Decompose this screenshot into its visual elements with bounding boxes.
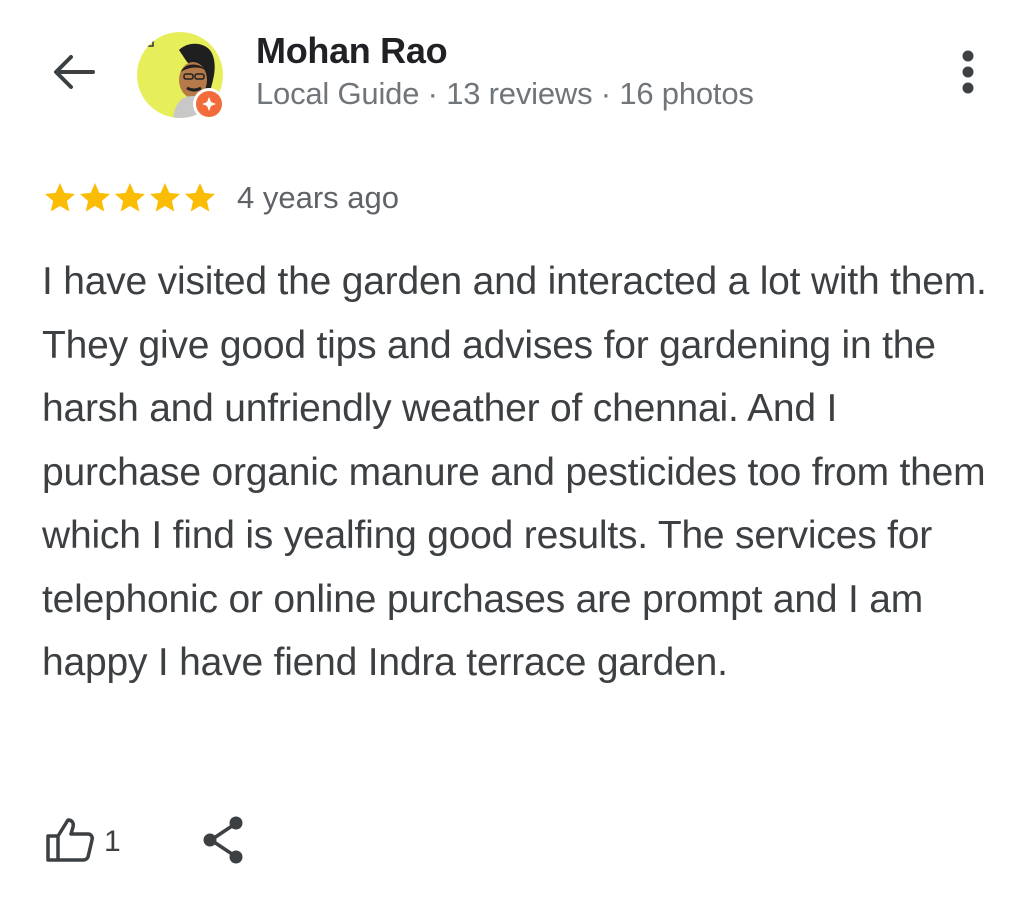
back-button[interactable] (48, 50, 100, 98)
rating-row: 4 years ago (42, 178, 399, 218)
avatar[interactable] (137, 32, 225, 120)
more-vert-icon (960, 49, 976, 100)
review-time: 4 years ago (237, 180, 399, 215)
review-text: I have visited the garden and interacted… (42, 260, 987, 684)
star-icon (115, 183, 145, 212)
local-guide-badge-icon (193, 88, 225, 120)
author-meta: Local Guide · 13 reviews · 16 photos (256, 76, 754, 111)
star-icon (150, 183, 180, 212)
star-icon (185, 183, 215, 212)
share-icon (201, 815, 247, 870)
like-button[interactable]: 1 (44, 816, 121, 869)
star-icon (80, 183, 110, 212)
share-button[interactable] (201, 815, 247, 870)
more-options-button[interactable] (944, 48, 992, 100)
arrow-left-icon (51, 52, 97, 97)
author-name[interactable]: Mohan Rao (256, 30, 448, 72)
like-count: 1 (104, 825, 121, 858)
thumb-up-icon (44, 816, 96, 869)
star-rating (42, 180, 217, 216)
review-actions: 1 (44, 814, 247, 870)
star-icon (45, 183, 75, 212)
